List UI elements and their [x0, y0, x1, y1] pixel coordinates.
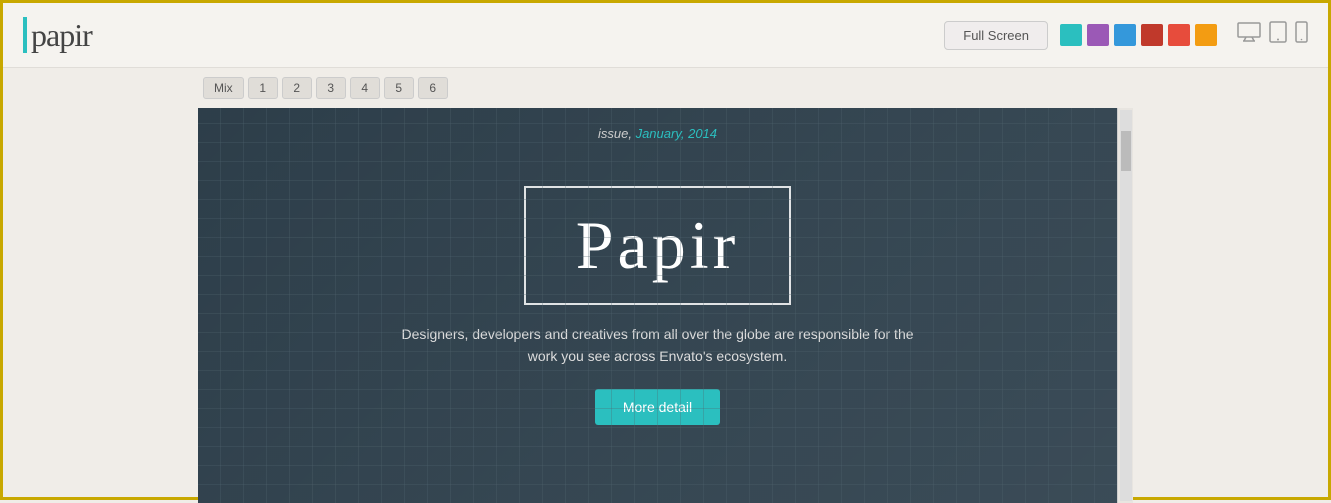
scrollbar[interactable]: [1117, 108, 1133, 503]
issue-date: January, 2014: [636, 126, 717, 141]
device-icons: [1237, 21, 1308, 49]
swatch-purple[interactable]: [1087, 24, 1109, 46]
tab-4[interactable]: 4: [350, 77, 380, 99]
hero-title-box: Papir: [524, 186, 792, 305]
preview-container: issue, January, 2014 Papir Designers, de…: [198, 108, 1117, 503]
mobile-icon[interactable]: [1295, 21, 1308, 49]
issue-line: issue, January, 2014: [598, 126, 717, 141]
swatch-dark-red[interactable]: [1141, 24, 1163, 46]
hero-subtitle: Designers, developers and creatives from…: [388, 323, 928, 368]
tab-5[interactable]: 5: [384, 77, 414, 99]
tablet-icon[interactable]: [1269, 21, 1287, 49]
scrollbar-thumb[interactable]: [1121, 131, 1131, 171]
tab-3[interactable]: 3: [316, 77, 346, 99]
swatch-orange[interactable]: [1195, 24, 1217, 46]
hero-section: issue, January, 2014 Papir Designers, de…: [198, 108, 1117, 503]
color-swatches: [1060, 24, 1217, 46]
swatch-red[interactable]: [1168, 24, 1190, 46]
scrollbar-track[interactable]: [1120, 110, 1132, 501]
logo-text: papir: [31, 17, 92, 54]
header: papir Full Screen: [3, 3, 1328, 68]
tab-2[interactable]: 2: [282, 77, 312, 99]
tab-6[interactable]: 6: [418, 77, 448, 99]
more-detail-button[interactable]: More detail: [595, 389, 720, 425]
main-wrapper: issue, January, 2014 Papir Designers, de…: [3, 108, 1328, 503]
logo-area: papir: [23, 17, 92, 54]
tab-mix[interactable]: Mix: [203, 77, 244, 99]
tabs-area: Mix 1 2 3 4 5 6: [3, 68, 1328, 108]
fullscreen-button[interactable]: Full Screen: [944, 21, 1048, 50]
swatch-teal[interactable]: [1060, 24, 1082, 46]
logo-bar-icon: [23, 17, 27, 53]
hero-title: Papir: [576, 206, 740, 285]
issue-label: issue,: [598, 126, 632, 141]
tab-1[interactable]: 1: [248, 77, 278, 99]
header-controls: Full Screen: [944, 21, 1308, 50]
swatch-blue[interactable]: [1114, 24, 1136, 46]
desktop-icon[interactable]: [1237, 22, 1261, 48]
